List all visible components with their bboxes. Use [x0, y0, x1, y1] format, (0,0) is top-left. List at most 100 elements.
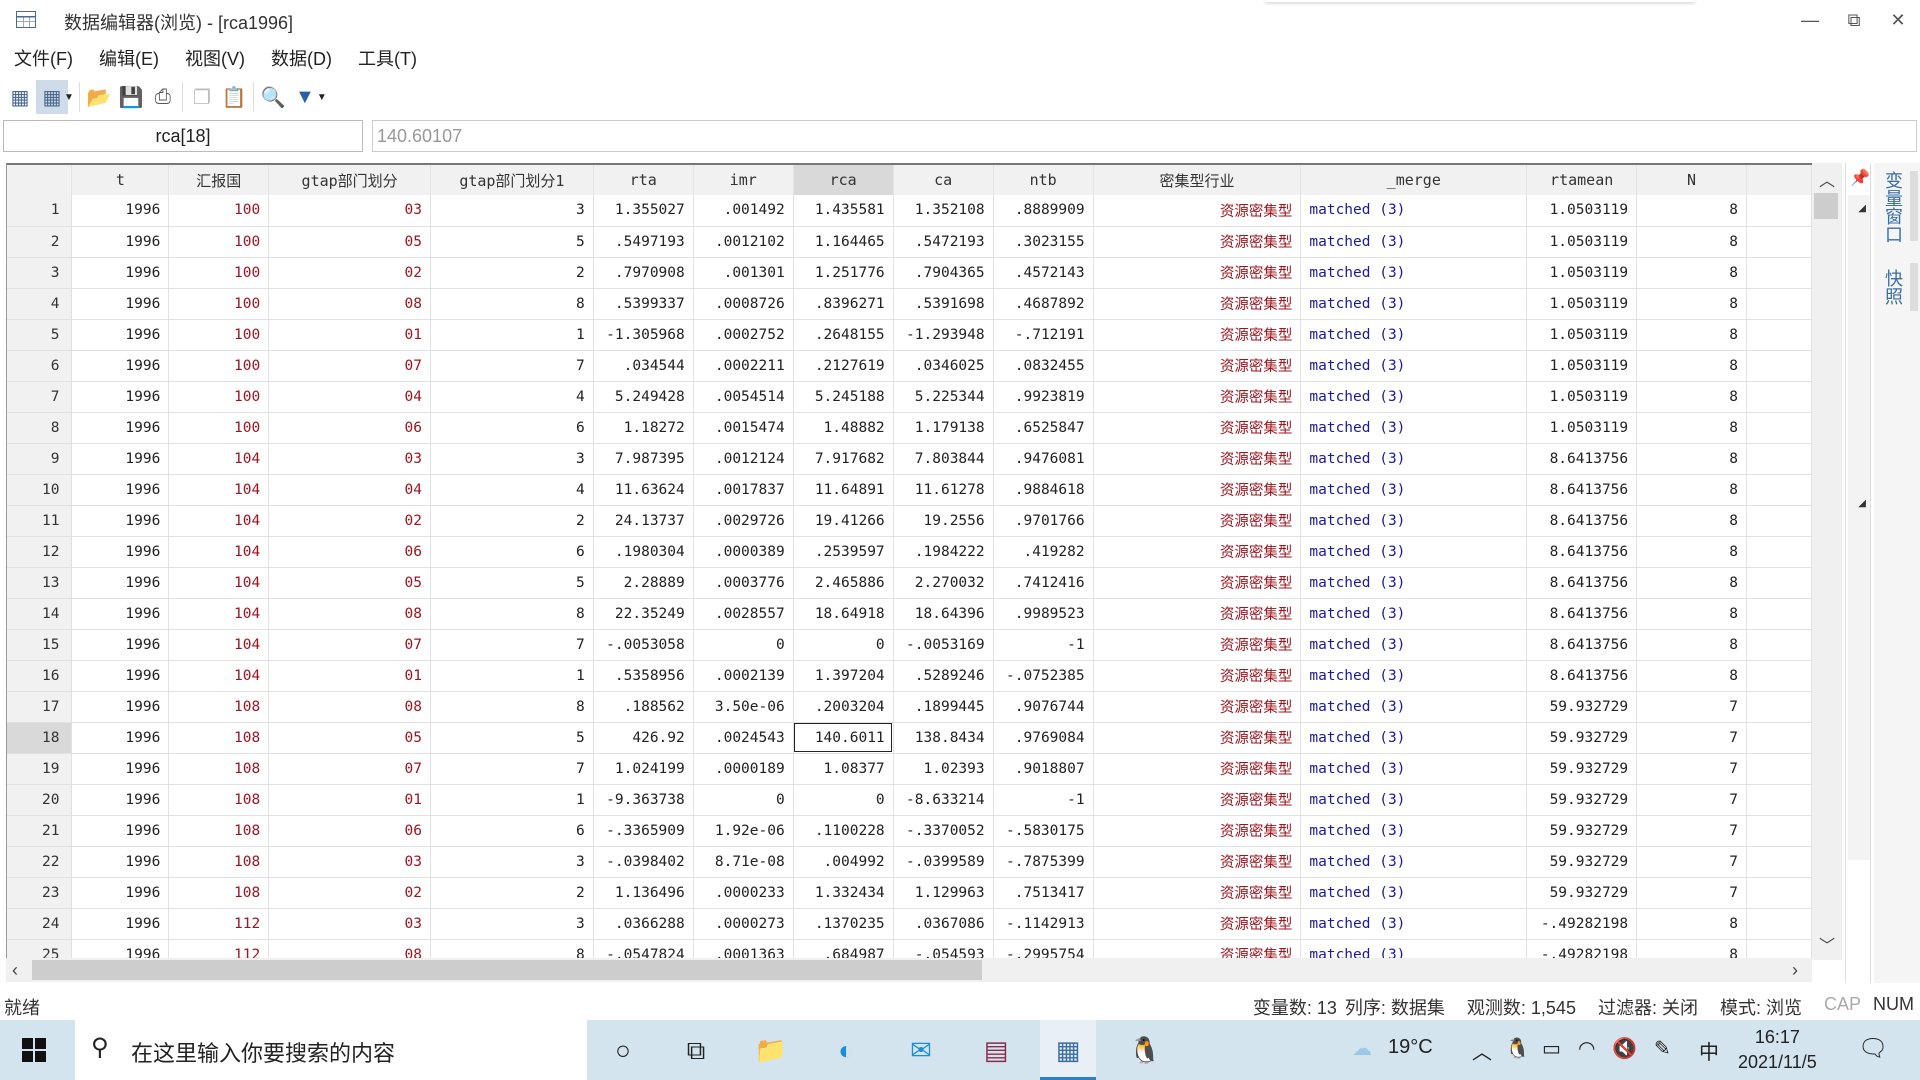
- cell[interactable]: 1996: [71, 226, 170, 258]
- cell[interactable]: -1: [993, 784, 1094, 816]
- cell[interactable]: 1996: [71, 505, 170, 537]
- cell[interactable]: .4572143: [993, 257, 1094, 289]
- cell[interactable]: .2127619: [793, 350, 894, 382]
- cell[interactable]: 19.2556: [893, 505, 994, 537]
- cell[interactable]: 1: [430, 319, 594, 351]
- cell[interactable]: 8.71e-08: [693, 846, 794, 878]
- cell[interactable]: 0: [693, 629, 794, 661]
- column-header-4[interactable]: rta: [593, 165, 694, 195]
- wifi-icon[interactable]: ◠: [1578, 1036, 1595, 1061]
- cell[interactable]: 2.270032: [893, 567, 994, 599]
- cell[interactable]: 1996: [71, 598, 170, 630]
- cell[interactable]: 资源密集型: [1093, 939, 1302, 960]
- save-button[interactable]: 💾: [115, 80, 147, 114]
- cell[interactable]: 1.355027: [593, 195, 694, 227]
- copy-button[interactable]: ❐: [186, 80, 218, 114]
- cell[interactable]: -.49282198: [1526, 908, 1638, 940]
- cell[interactable]: 资源密集型: [1093, 908, 1302, 940]
- cell[interactable]: 7: [430, 753, 594, 785]
- cell[interactable]: 6: [430, 536, 594, 568]
- cell[interactable]: 1.164465: [793, 226, 894, 258]
- cell[interactable]: 8.6413756: [1526, 536, 1638, 568]
- cell[interactable]: 8: [1636, 412, 1747, 444]
- cell[interactable]: 8: [1636, 319, 1747, 351]
- cell[interactable]: 2.28889: [593, 567, 694, 599]
- cell[interactable]: 104: [168, 474, 270, 506]
- cell[interactable]: 1996: [71, 536, 170, 568]
- cell[interactable]: 104: [168, 598, 270, 630]
- cell-reference-box[interactable]: rca[18]: [3, 120, 363, 152]
- cell[interactable]: 7.803844: [893, 443, 994, 475]
- cell[interactable]: 3: [430, 908, 594, 940]
- cell[interactable]: 100: [168, 381, 270, 413]
- cell[interactable]: 资源密集型: [1093, 598, 1302, 630]
- vertical-scrollbar[interactable]: ︿ ﹀: [1812, 163, 1842, 960]
- cell[interactable]: .7904365: [893, 257, 994, 289]
- cell[interactable]: 8: [1636, 195, 1747, 227]
- cell[interactable]: -.0053169: [893, 629, 994, 661]
- cell[interactable]: matched (3): [1300, 226, 1528, 258]
- cell[interactable]: .1100228: [793, 815, 894, 847]
- qq-tray-icon[interactable]: 🐧: [1505, 1036, 1530, 1061]
- cell[interactable]: -1: [993, 629, 1094, 661]
- cell[interactable]: -8.633214: [893, 784, 994, 816]
- cell[interactable]: 138.8434: [893, 722, 994, 754]
- cell[interactable]: .0002139: [693, 660, 794, 692]
- cell[interactable]: 03: [268, 195, 431, 227]
- cell[interactable]: matched (3): [1300, 195, 1528, 227]
- cell[interactable]: .9701766: [993, 505, 1094, 537]
- cell[interactable]: 01: [268, 660, 431, 692]
- cell[interactable]: 5: [430, 226, 594, 258]
- cell[interactable]: .0012102: [693, 226, 794, 258]
- cell[interactable]: .0002752: [693, 319, 794, 351]
- row-number[interactable]: 16: [7, 660, 73, 692]
- cell[interactable]: 1.92e-06: [693, 815, 794, 847]
- cell[interactable]: .5472193: [893, 226, 994, 258]
- cell[interactable]: 05: [268, 567, 431, 599]
- cell[interactable]: matched (3): [1300, 536, 1528, 568]
- column-header-5[interactable]: imr: [693, 165, 794, 195]
- open-button[interactable]: 📂: [83, 80, 115, 114]
- row-number[interactable]: 17: [7, 691, 73, 723]
- cell[interactable]: .5289246: [893, 660, 994, 692]
- cell[interactable]: matched (3): [1300, 350, 1528, 382]
- cell[interactable]: .5358956: [593, 660, 694, 692]
- cell[interactable]: 02: [268, 877, 431, 909]
- cell[interactable]: 5.225344: [893, 381, 994, 413]
- cell[interactable]: 19.41266: [793, 505, 894, 537]
- cell[interactable]: 资源密集型: [1093, 257, 1302, 289]
- row-number[interactable]: 15: [7, 629, 73, 661]
- cell[interactable]: matched (3): [1300, 691, 1528, 723]
- cell[interactable]: 8.6413756: [1526, 474, 1638, 506]
- cell[interactable]: 1996: [71, 846, 170, 878]
- scroll-right-icon[interactable]: ›: [1792, 958, 1798, 982]
- cell[interactable]: 1996: [71, 908, 170, 940]
- cell[interactable]: .6525847: [993, 412, 1094, 444]
- cell[interactable]: 1996: [71, 319, 170, 351]
- cell[interactable]: 1.435581: [793, 195, 894, 227]
- cell[interactable]: 100: [168, 195, 270, 227]
- cell[interactable]: 05: [268, 226, 431, 258]
- cell[interactable]: 1996: [71, 753, 170, 785]
- cell[interactable]: matched (3): [1300, 288, 1528, 320]
- cell[interactable]: 1.0503119: [1526, 350, 1638, 382]
- cell[interactable]: .5497193: [593, 226, 694, 258]
- notifications-icon[interactable]: 🗨: [1858, 1034, 1888, 1063]
- column-header-10[interactable]: _merge: [1300, 165, 1528, 195]
- cell[interactable]: .0017837: [693, 474, 794, 506]
- cell[interactable]: 7: [1636, 846, 1747, 878]
- cell[interactable]: 7: [1636, 784, 1747, 816]
- cell[interactable]: 104: [168, 660, 270, 692]
- tab-snapshots[interactable]: 快照: [1878, 269, 1906, 305]
- column-header-7[interactable]: ca: [893, 165, 994, 195]
- row-number[interactable]: 7: [7, 381, 73, 413]
- cell[interactable]: -.3365909: [593, 815, 694, 847]
- cell[interactable]: 1996: [71, 939, 170, 960]
- cell[interactable]: 8: [1636, 288, 1747, 320]
- properties-pane-collapsed[interactable]: ◢: [1848, 490, 1870, 860]
- cell[interactable]: 8: [1636, 598, 1747, 630]
- cell[interactable]: 8: [430, 691, 594, 723]
- cell[interactable]: 100: [168, 319, 270, 351]
- cell[interactable]: .2003204: [793, 691, 894, 723]
- cell[interactable]: matched (3): [1300, 815, 1528, 847]
